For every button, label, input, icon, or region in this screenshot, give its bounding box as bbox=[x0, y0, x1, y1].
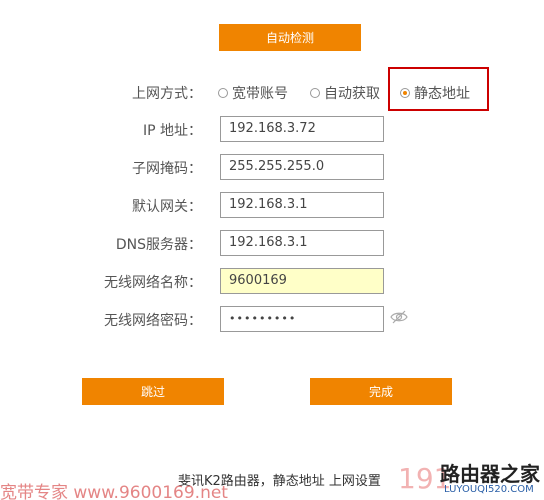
radio-static-label: 静态地址 bbox=[414, 85, 470, 102]
radio-option-static[interactable]: 静态地址 bbox=[400, 82, 470, 103]
show-password-eye-icon[interactable] bbox=[390, 309, 408, 325]
ip-address-input[interactable]: 192.168.3.72 bbox=[220, 116, 384, 142]
done-button[interactable]: 完成 bbox=[310, 378, 452, 405]
subnet-mask-input[interactable]: 255.255.255.0 bbox=[220, 154, 384, 180]
dns-server-input[interactable]: 192.168.3.1 bbox=[220, 230, 384, 256]
radio-broadband[interactable] bbox=[218, 87, 228, 98]
radio-option-broadband[interactable]: 宽带账号 bbox=[218, 82, 288, 103]
watermark-logo-cn: 路由器之家 bbox=[440, 462, 540, 486]
watermark-left: 宽带专家 www.9600169.net bbox=[0, 483, 228, 500]
auto-detect-button[interactable]: 自动检测 bbox=[219, 24, 361, 51]
default-gateway-label: 默认网关： bbox=[132, 199, 202, 215]
default-gateway-input[interactable]: 192.168.3.1 bbox=[220, 192, 384, 218]
subnet-mask-label: 子网掩码： bbox=[132, 161, 202, 177]
ip-address-label: IP 地址： bbox=[142, 123, 202, 139]
connection-type-label: 上网方式： bbox=[132, 86, 202, 102]
wifi-name-input[interactable]: 9600169 bbox=[220, 268, 384, 294]
wifi-name-label: 无线网络名称： bbox=[104, 275, 202, 291]
dns-server-label: DNS服务器： bbox=[115, 237, 202, 253]
wifi-password-label: 无线网络密码： bbox=[104, 313, 202, 329]
radio-option-auto[interactable]: 自动获取 bbox=[310, 82, 380, 103]
watermark-logo-en: LUYOUQI520.COM bbox=[444, 484, 534, 495]
radio-auto[interactable] bbox=[310, 87, 320, 98]
radio-auto-label: 自动获取 bbox=[324, 85, 380, 102]
radio-broadband-label: 宽带账号 bbox=[232, 85, 288, 102]
radio-static[interactable] bbox=[400, 87, 410, 98]
skip-button[interactable]: 跳过 bbox=[82, 378, 224, 405]
wifi-password-input[interactable]: ••••••••• bbox=[220, 306, 384, 332]
